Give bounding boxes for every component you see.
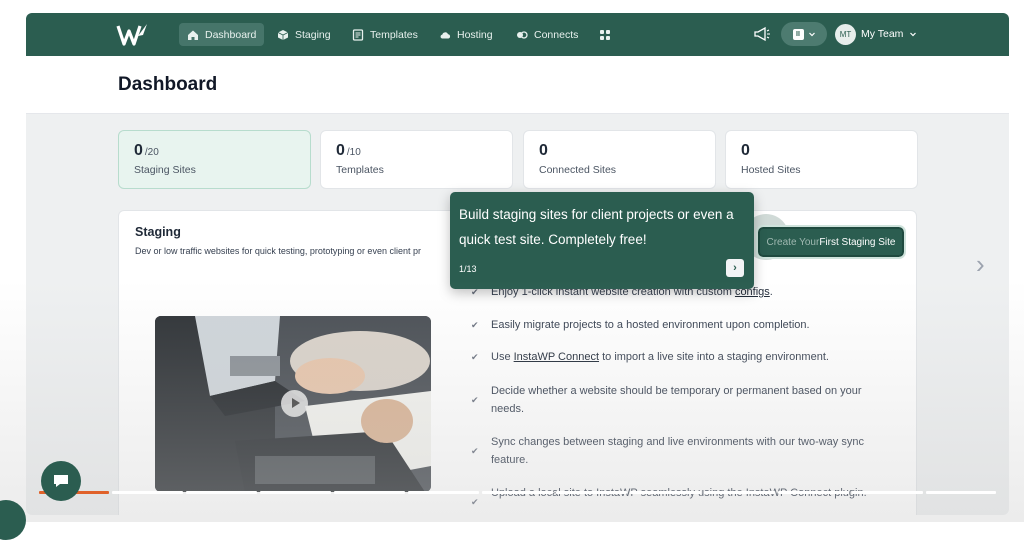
stat-value: 0/20 (134, 142, 295, 160)
progress-segment[interactable] (112, 491, 183, 494)
stat-label: Staging Sites (134, 164, 196, 176)
feature-text: Sync changes between staging and live en… (491, 436, 864, 466)
page-title: Dashboard (118, 74, 218, 95)
corner-badge (0, 500, 26, 540)
feature-text: . (769, 286, 773, 298)
stat-card-templates[interactable]: 0/10 Templates (320, 130, 513, 189)
feature-text: Upload a local site to InstaWP seamlessl… (491, 487, 867, 499)
chevron-down-icon (808, 32, 815, 37)
progress-segment[interactable] (408, 491, 479, 494)
stat-label: Hosted Sites (741, 164, 801, 176)
tooltip-step-counter: 1/13 (459, 264, 477, 274)
nav-label: Dashboard (205, 28, 257, 41)
app-window: Dashboard Staging Templates Hosting Conn… (26, 13, 1009, 515)
stat-max: /20 (144, 147, 159, 158)
feature-text: Decide whether a website should be tempo… (491, 385, 862, 415)
nav-hosting[interactable]: Hosting (431, 23, 501, 46)
team-menu[interactable]: My Team (861, 28, 917, 40)
check-icon: ✔ (471, 352, 479, 362)
team-label: My Team (861, 28, 904, 40)
staging-title: Staging (135, 225, 181, 239)
grid-icon (600, 29, 610, 40)
stat-label: Templates (336, 164, 384, 176)
chevron-down-icon (910, 32, 917, 37)
stat-max: /10 (346, 147, 361, 158)
stat-number: 0 (336, 142, 345, 159)
feature-text: Use (491, 351, 514, 363)
nav-templates[interactable]: Templates (344, 23, 426, 46)
avatar[interactable]: MT (835, 24, 856, 45)
progress-segment[interactable] (630, 491, 701, 494)
feature-text: to import a live site into a staging env… (599, 351, 829, 363)
nav-dashboard[interactable]: Dashboard (179, 23, 265, 46)
stat-value: 0 (539, 142, 700, 160)
stat-value: 0 (741, 142, 902, 160)
stat-card-staging[interactable]: 0/20 Staging Sites (118, 130, 311, 189)
check-icon: ✔ (471, 446, 479, 456)
nav-staging[interactable]: Staging (269, 23, 339, 46)
apps-grid-button[interactable] (591, 23, 619, 46)
home-icon (188, 30, 198, 40)
feature-item: ✔ Sync changes between staging and live … (471, 433, 891, 469)
feature-item: ✔ Easily migrate projects to a hosted en… (471, 316, 891, 334)
cloud-icon (440, 31, 451, 38)
create-label-hidden: Create Your (766, 236, 820, 248)
stat-number: 0 (741, 142, 750, 159)
nav-connects[interactable]: Connects (508, 23, 586, 46)
nav-label: Staging (295, 28, 331, 41)
top-navigation: Dashboard Staging Templates Hosting Conn… (26, 13, 1009, 56)
nav-label: Hosting (457, 28, 493, 41)
progress-segment[interactable] (334, 491, 405, 494)
feature-item: ✔ Decide whether a website should be tem… (471, 382, 891, 418)
onboarding-tooltip: Build staging sites for client projects … (450, 192, 754, 289)
check-icon: ✔ (471, 497, 479, 507)
check-icon: ✔ (471, 320, 479, 330)
progress-segment[interactable] (852, 491, 923, 494)
instawp-logo[interactable] (116, 22, 150, 48)
intro-video[interactable] (155, 316, 431, 492)
progress-segment[interactable] (482, 491, 553, 494)
stat-label: Connected Sites (539, 164, 617, 176)
progress-segment[interactable] (778, 491, 849, 494)
stat-number: 0 (134, 142, 143, 159)
workspace-icon: II (792, 28, 804, 40)
stat-card-hosted[interactable]: 0 Hosted Sites (725, 130, 918, 189)
create-staging-site-button[interactable]: Create Your First Staging Site (756, 225, 906, 259)
chat-button[interactable] (41, 461, 81, 501)
progress-segment[interactable] (926, 491, 996, 494)
tooltip-next-button[interactable]: › (726, 259, 744, 277)
page-header: Dashboard (26, 56, 1009, 114)
progress-segment[interactable] (186, 491, 257, 494)
feature-text: Easily migrate projects to a hosted envi… (491, 319, 810, 331)
stat-card-connected[interactable]: 0 Connected Sites (523, 130, 716, 189)
feature-item: ✔ Upload a local site to InstaWP seamles… (471, 484, 891, 511)
check-icon: ✔ (471, 395, 479, 405)
chevron-right-icon[interactable]: › (976, 250, 996, 278)
chat-icon (54, 475, 68, 487)
staging-subtitle: Dev or low traffic websites for quick te… (135, 246, 421, 256)
create-label: First Staging Site (819, 236, 896, 248)
stat-value: 0/10 (336, 142, 497, 160)
connects-icon (517, 30, 528, 39)
cube-icon (277, 29, 289, 40)
instawp-connect-link[interactable]: InstaWP Connect (514, 351, 599, 363)
progress-segment[interactable] (704, 491, 775, 494)
progress-segment[interactable] (260, 491, 331, 494)
feature-item: ✔ Use InstaWP Connect to import a live s… (471, 348, 891, 366)
nav-label: Templates (370, 28, 418, 41)
nav-label: Connects (534, 28, 579, 41)
workspace-switcher[interactable]: II (781, 22, 827, 46)
megaphone-icon[interactable] (753, 26, 771, 42)
templates-icon (352, 28, 364, 41)
progress-segment[interactable] (556, 491, 627, 494)
tooltip-text: Build staging sites for client projects … (459, 207, 734, 247)
play-icon[interactable] (281, 390, 308, 417)
stat-number: 0 (539, 142, 548, 159)
